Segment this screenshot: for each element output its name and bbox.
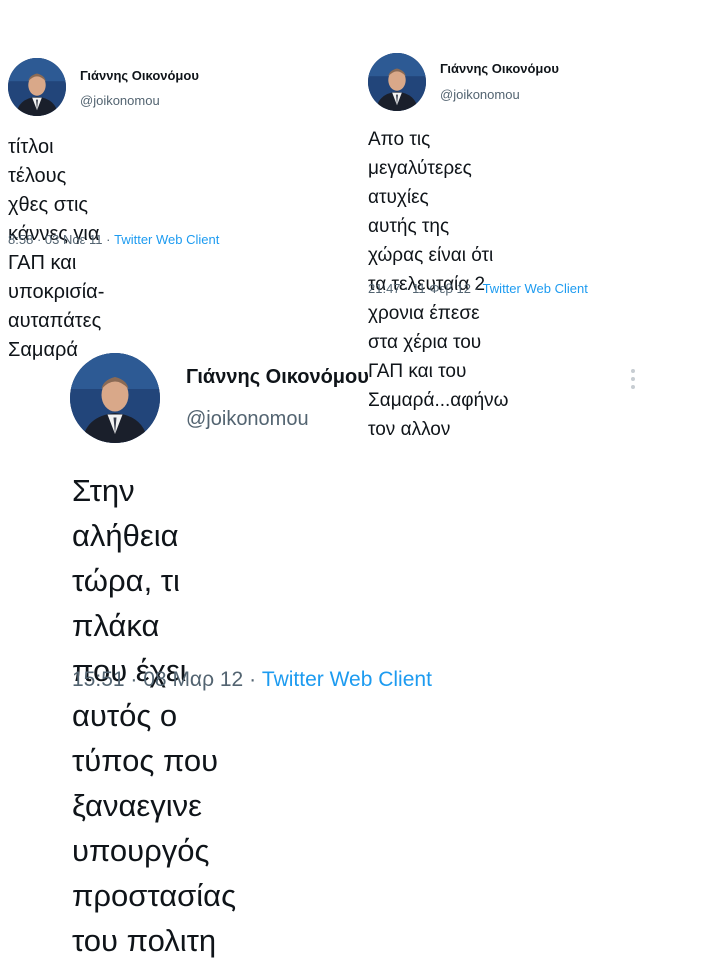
profile-photo (70, 353, 160, 443)
tweet-meta: 8:58 · 03 Νοε 11 · Twitter Web Client (8, 232, 219, 247)
avatar[interactable] (70, 353, 160, 443)
tweet-time[interactable]: 15:51 (72, 668, 125, 691)
separator: · (106, 232, 111, 247)
avatar[interactable] (368, 53, 426, 111)
more-options-icon[interactable] (630, 369, 636, 389)
separator: · (404, 281, 409, 296)
user-handle[interactable]: @joikonomou (80, 93, 160, 108)
user-handle[interactable]: @joikonomou (186, 408, 309, 431)
profile-photo (8, 58, 66, 116)
user-handle[interactable]: @joikonomou (440, 87, 520, 102)
tweet-date[interactable]: 03 Νοε 11 (45, 232, 103, 247)
tweet-source-link[interactable]: Twitter Web Client (262, 668, 432, 691)
tweet-date[interactable]: 11 Φεβ 12 (412, 281, 471, 296)
tweet-date[interactable]: 08 Μαρ 12 (143, 668, 243, 691)
tweet-text: Στην αλήθεια τώρα, τι πλάκα που έχει αυτ… (72, 473, 237, 958)
dot (631, 377, 635, 381)
tweet-meta: 15:51 · 08 Μαρ 12 · Twitter Web Client (72, 668, 432, 692)
display-name[interactable]: Γιάννης Οικονόμου (186, 366, 369, 389)
dot (631, 385, 635, 389)
tweet-meta: 21:47 · 11 Φεβ 12 · Twitter Web Client (368, 281, 588, 296)
tweet-time[interactable]: 8:58 (8, 232, 33, 247)
separator: · (474, 281, 479, 296)
display-name[interactable]: Γιάννης Οικονόμου (80, 68, 199, 83)
tweet-text: τίτλοι τέλους χθες στις κάννες για ΓΑΠ κ… (8, 136, 105, 361)
avatar[interactable] (8, 58, 66, 116)
tweet-source-link[interactable]: Twitter Web Client (114, 232, 219, 247)
dot (631, 369, 635, 373)
separator: · (36, 232, 42, 247)
tweet-source-link[interactable]: Twitter Web Client (483, 281, 588, 296)
profile-photo (368, 53, 426, 111)
tweet-time[interactable]: 21:47 (368, 281, 401, 296)
separator: · (249, 668, 257, 691)
separator: · (130, 668, 138, 691)
display-name[interactable]: Γιάννης Οικονόμου (440, 61, 559, 76)
